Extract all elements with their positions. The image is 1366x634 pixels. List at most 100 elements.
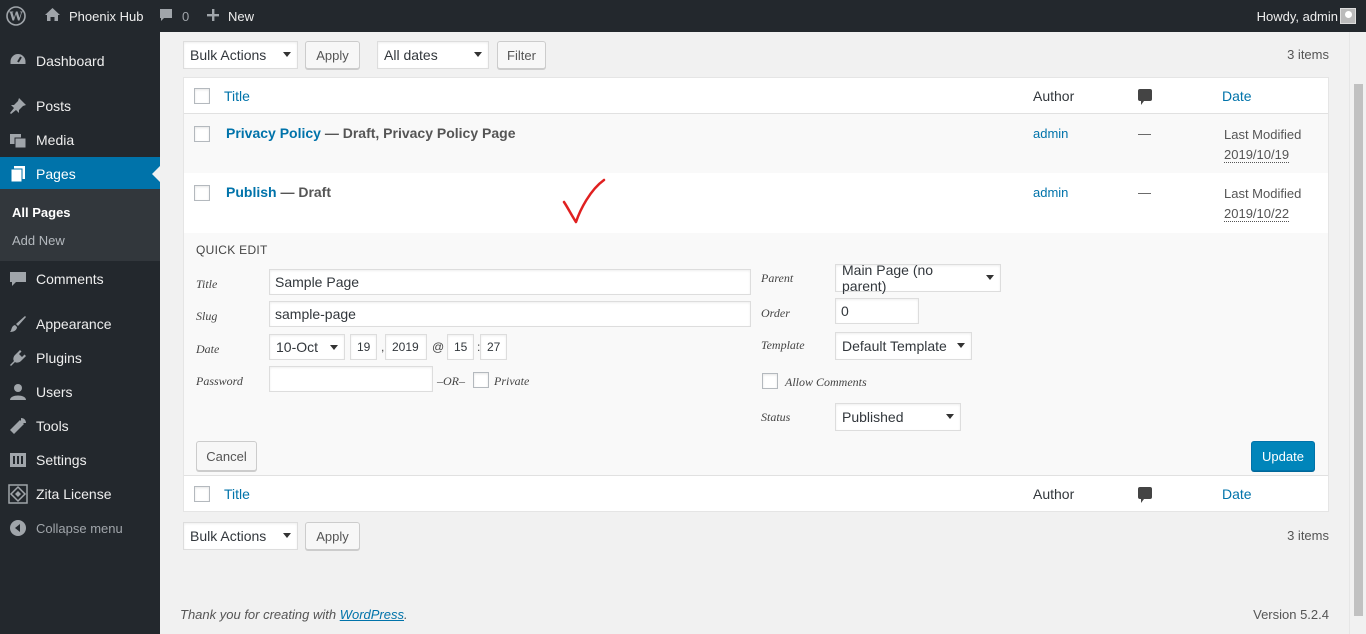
password-label: Password xyxy=(196,374,243,388)
template-select[interactable]: Default Template xyxy=(835,332,972,360)
filter-button[interactable]: Filter xyxy=(497,41,546,69)
settings-icon xyxy=(8,450,28,470)
plug-icon xyxy=(8,348,28,368)
site-name: Phoenix Hub xyxy=(69,8,144,24)
dates-value: All dates xyxy=(384,47,438,63)
page-scrollbar[interactable] xyxy=(1349,32,1366,634)
title-input[interactable]: Sample Page xyxy=(269,269,751,295)
order-label: Order xyxy=(761,306,790,320)
column-title-footer[interactable]: Title xyxy=(224,486,250,502)
sidebar-item-zita-license[interactable]: Zita License xyxy=(0,477,160,511)
row-comments: — xyxy=(1138,185,1151,200)
collapse-label: Collapse menu xyxy=(36,520,123,536)
private-label: Private xyxy=(494,374,530,388)
collapse-icon xyxy=(8,518,28,538)
select-all-checkbox[interactable] xyxy=(194,88,210,104)
column-author: Author xyxy=(1033,88,1075,104)
comment-icon xyxy=(8,269,28,289)
home-icon xyxy=(44,7,61,25)
row-date: Last Modified 2019/10/22 xyxy=(1224,184,1301,224)
howdy-text: Howdy, admin xyxy=(1256,8,1338,24)
annotation-check-icon xyxy=(562,178,606,224)
sidebar-item-comments[interactable]: Comments xyxy=(0,262,160,296)
column-author-footer: Author xyxy=(1033,486,1075,502)
wordpress-logo-icon[interactable]: W xyxy=(6,0,26,32)
column-date[interactable]: Date xyxy=(1222,88,1252,104)
sidebar-item-dashboard[interactable]: Dashboard xyxy=(0,44,160,78)
comment-icon xyxy=(1138,89,1152,105)
bulk-actions-value: Bulk Actions xyxy=(190,47,267,63)
scrollbar-thumb[interactable] xyxy=(1354,84,1363,616)
allow-comments-checkbox[interactable] xyxy=(762,373,778,389)
order-input[interactable]: 0 xyxy=(835,298,919,324)
password-input[interactable] xyxy=(269,366,433,392)
sidebar-item-settings[interactable]: Settings xyxy=(0,443,160,477)
year-input[interactable]: 2019 xyxy=(385,334,427,360)
row-title-link[interactable]: Publish xyxy=(226,184,277,200)
status-select[interactable]: Published xyxy=(835,403,961,431)
apply-button[interactable]: Apply xyxy=(305,41,360,69)
hour-input[interactable]: 15 xyxy=(447,334,474,360)
tablenav-top: Bulk Actions Apply All dates Filter 3 it… xyxy=(183,41,1329,69)
date-at: @ xyxy=(432,340,445,354)
column-date-footer[interactable]: Date xyxy=(1222,486,1252,502)
sidebar-item-label: Settings xyxy=(36,452,87,468)
row-checkbox[interactable] xyxy=(194,185,210,201)
sidebar-item-tools[interactable]: Tools xyxy=(0,409,160,443)
new-label: New xyxy=(228,8,255,24)
dates-select[interactable]: All dates xyxy=(377,41,489,69)
sidebar-item-label: Pages xyxy=(36,166,76,182)
quick-edit-heading: QUICK EDIT xyxy=(196,243,268,257)
slug-label: Slug xyxy=(196,309,218,323)
private-checkbox[interactable] xyxy=(473,372,489,388)
sidebar-item-label: Appearance xyxy=(36,316,112,332)
update-button[interactable]: Update xyxy=(1251,441,1315,471)
sidebar-item-users[interactable]: Users xyxy=(0,375,160,409)
row-title: Privacy Policy — Draft, Privacy Policy P… xyxy=(226,125,515,141)
items-count-bottom: 3 items xyxy=(1287,528,1329,543)
day-input[interactable]: 19 xyxy=(350,334,377,360)
column-comments-footer xyxy=(1138,486,1152,503)
howdy-user[interactable]: Howdy, admin xyxy=(1257,0,1338,32)
select-all-checkbox-footer[interactable] xyxy=(194,486,210,502)
apply-button-bottom[interactable]: Apply xyxy=(305,522,360,550)
sidebar-item-posts[interactable]: Posts xyxy=(0,89,160,123)
slug-input[interactable]: sample-page xyxy=(269,301,751,327)
admin-bar-comments[interactable]: 0 xyxy=(158,0,189,32)
row-title-link[interactable]: Privacy Policy xyxy=(226,125,321,141)
column-title[interactable]: Title xyxy=(224,88,250,104)
sidebar-item-label: Dashboard xyxy=(36,53,105,69)
sidebar-item-media[interactable]: Media xyxy=(0,123,160,157)
chevron-down-icon xyxy=(986,275,994,280)
wordpress-link[interactable]: WordPress xyxy=(340,607,404,622)
plus-icon xyxy=(206,8,220,25)
submenu-add-new[interactable]: Add New xyxy=(12,233,65,248)
footer-thanks-text: Thank you for creating with xyxy=(180,607,340,622)
table-row: Publish — Draft admin — Last Modified 20… xyxy=(184,173,1328,232)
minute-input[interactable]: 27 xyxy=(480,334,507,360)
row-author[interactable]: admin xyxy=(1033,185,1068,200)
sidebar-item-pages[interactable]: Pages xyxy=(0,157,160,191)
admin-bar-new[interactable]: New xyxy=(206,0,254,32)
sidebar-item-appearance[interactable]: Appearance xyxy=(0,307,160,341)
chevron-down-icon xyxy=(330,345,338,350)
row-date-label: Last Modified xyxy=(1224,127,1302,142)
row-checkbox[interactable] xyxy=(194,126,210,142)
bulk-actions-select-bottom[interactable]: Bulk Actions xyxy=(183,522,298,550)
template-value: Default Template xyxy=(842,338,947,354)
svg-text:W: W xyxy=(8,10,23,24)
site-name-link[interactable]: Phoenix Hub xyxy=(44,0,143,32)
bulk-actions-select[interactable]: Bulk Actions xyxy=(183,41,298,69)
cancel-button[interactable]: Cancel xyxy=(196,441,257,471)
table-footer: Title Author Date xyxy=(184,475,1328,511)
row-author[interactable]: admin xyxy=(1033,126,1068,141)
submenu-all-pages[interactable]: All Pages xyxy=(12,205,71,220)
row-date-value: 2019/10/19 xyxy=(1224,147,1290,163)
sidebar-item-label: Users xyxy=(36,384,73,400)
avatar[interactable] xyxy=(1340,8,1356,24)
sidebar-item-label: Tools xyxy=(36,418,69,434)
collapse-menu-button[interactable]: Collapse menu xyxy=(0,511,160,545)
sidebar-item-plugins[interactable]: Plugins xyxy=(0,341,160,375)
parent-select[interactable]: Main Page (no parent) xyxy=(835,262,1001,294)
month-select[interactable]: 10-Oct xyxy=(269,334,345,360)
